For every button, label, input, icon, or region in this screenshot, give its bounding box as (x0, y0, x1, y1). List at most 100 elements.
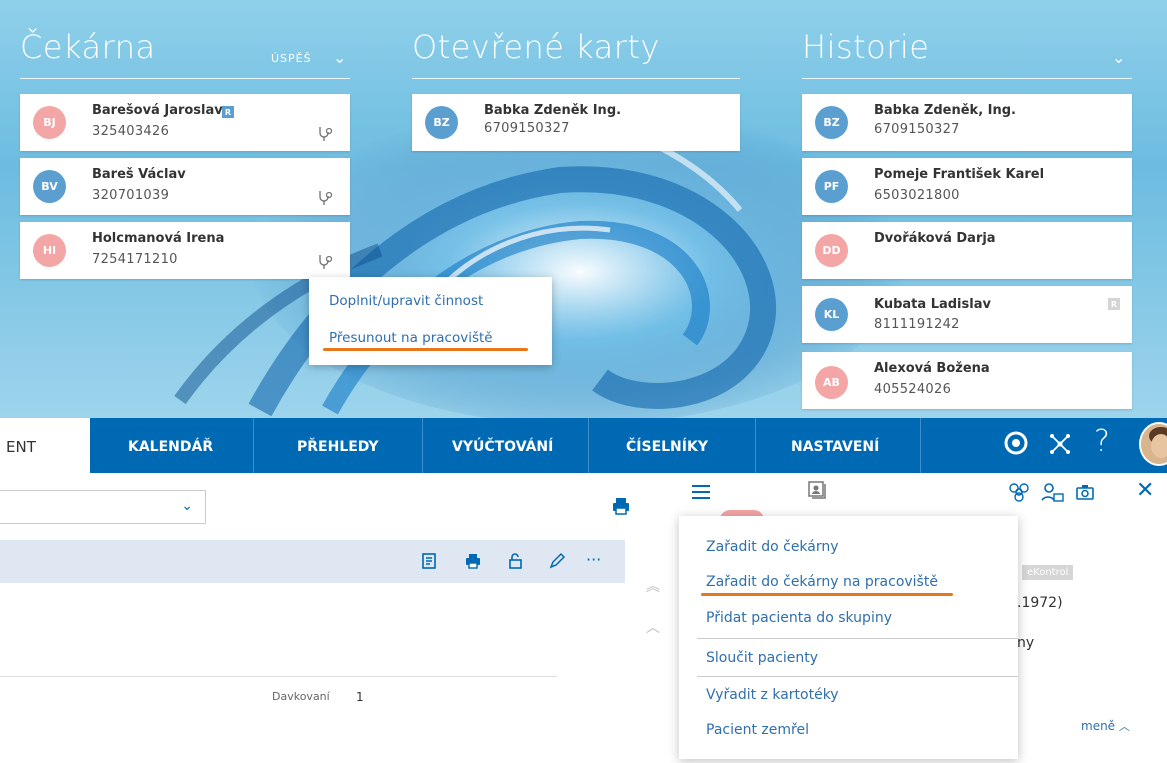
more-icon[interactable]: ··· (586, 550, 601, 569)
less-link[interactable]: meně ︿ (1081, 718, 1130, 734)
status-badge: R (1108, 298, 1120, 310)
chevron-down-icon[interactable]: ⌄ (1112, 48, 1125, 67)
menu-divider (697, 638, 1018, 639)
patient-name: Alexová Božena (874, 361, 990, 376)
tab-settings[interactable]: NASTAVENÍ (791, 439, 879, 455)
dosage-value: 1 (356, 690, 364, 704)
print-icon[interactable] (464, 552, 482, 570)
avatar: DD (815, 234, 848, 267)
open-cards-title: Otevřené karty (412, 28, 660, 66)
history-card-bz[interactable]: BZ Babka Zdeněk, Ing. 6709150327 (802, 94, 1132, 151)
patient-id: 7254171210 (92, 252, 178, 267)
tab-active[interactable]: ENT (0, 418, 90, 473)
waiting-room-title: Čekárna (20, 28, 156, 66)
stethoscope-icon[interactable] (316, 253, 334, 271)
patient-name: Holcmanová Irena (92, 231, 225, 246)
patient-name: Pomeje František Karel (874, 167, 1045, 182)
patient-name: Kubata Ladislav (874, 297, 991, 312)
patient-id: 405524026 (874, 382, 952, 397)
divider (0, 676, 557, 677)
scroll-up-icon[interactable]: ︿ (646, 617, 660, 637)
waiting-room-filter[interactable]: ÚSPĚŠ (271, 52, 312, 65)
patient-name: Barešová Jaroslava (92, 103, 232, 118)
menu-item-move-to-workplace[interactable]: Přesunout na pracoviště (329, 330, 493, 346)
patient-name: Dvořáková Darja (874, 231, 996, 246)
menu-item-patient-deceased[interactable]: Pacient zemřel (706, 722, 809, 738)
nav-divider (755, 418, 756, 473)
highlight-underline (323, 348, 528, 351)
avatar: BV (33, 170, 66, 203)
scroll-up-double-icon[interactable]: ︽ (646, 576, 660, 596)
nav-divider (588, 418, 589, 473)
open-card-bz[interactable]: BZ Babka Zdeněk Ing. 6709150327 (412, 94, 740, 151)
menu-item-merge-patients[interactable]: Sloučit pacienty (706, 650, 818, 666)
tab-calendar[interactable]: KALENDÁŘ (128, 439, 213, 455)
dropdown-select[interactable]: ⌄ (0, 490, 206, 524)
help-icon[interactable]: ? (1094, 424, 1110, 459)
patient-id: 6709150327 (874, 122, 960, 137)
eye-icon[interactable] (1003, 430, 1029, 456)
menu-item-add-to-waiting-room[interactable]: Zařadit do čekárny (706, 539, 839, 555)
history-card-ab[interactable]: AB Alexová Božena 405524026 (802, 352, 1132, 409)
biohazard-icon[interactable] (1008, 482, 1030, 502)
menu-item-add-to-group[interactable]: Přidat pacienta do skupiny (706, 610, 892, 626)
stethoscope-icon[interactable] (316, 189, 334, 207)
ekontrol-badge: eKontrol (1022, 565, 1074, 580)
avatar: BZ (815, 106, 848, 139)
waiting-card-bj[interactable]: BJ Barešová Jaroslava R 325403426 (20, 94, 350, 151)
status-badge: R (222, 106, 234, 118)
menu-item-remove-from-register[interactable]: Vyřadit z kartotéky (706, 687, 839, 703)
patient-context-menu: Doplnit/upravit činnost Přesunout na pra… (309, 277, 552, 365)
stethoscope-icon[interactable] (316, 125, 334, 143)
avatar: BJ (33, 106, 66, 139)
tab-billing[interactable]: VYÚČTOVÁNÍ (452, 439, 553, 455)
hamburger-menu-icon[interactable] (690, 484, 712, 500)
chevron-up-icon: ︿ (1118, 720, 1130, 733)
dosage-label: Davkovaní (272, 690, 330, 703)
waiting-card-bv[interactable]: BV Bareš Václav 320701039 (20, 158, 350, 215)
avatar: PF (815, 170, 848, 203)
print-icon[interactable] (611, 496, 631, 516)
patient-name: Babka Zdeněk Ing. (484, 103, 622, 118)
avatar: HI (33, 234, 66, 267)
camera-icon[interactable] (1075, 484, 1095, 500)
tab-registers[interactable]: ČÍSELNÍKY (626, 439, 708, 455)
pencil-icon[interactable] (548, 552, 566, 570)
nav-divider (253, 418, 254, 473)
id-card-icon[interactable] (806, 478, 828, 500)
less-label: meně (1081, 719, 1116, 733)
tab-label: ENT (6, 438, 36, 456)
patient-name: Babka Zdeněk, Ing. (874, 103, 1016, 118)
patient-id: 8111191242 (874, 317, 960, 332)
birth-date-fragment: .1972) (1017, 595, 1063, 611)
column-divider (20, 78, 350, 79)
text-fragment: ny (1017, 635, 1035, 651)
menu-divider (697, 676, 1018, 677)
menu-item-edit-activity[interactable]: Doplnit/upravit činnost (329, 293, 483, 309)
waiting-card-hi[interactable]: HI Holcmanová Irena 7254171210 (20, 222, 350, 279)
tab-overviews[interactable]: PŘEHLEDY (297, 439, 379, 455)
patient-name: Bareš Václav (92, 167, 186, 182)
history-card-kl[interactable]: KL Kubata Ladislav R 8111191242 (802, 286, 1132, 343)
avatar: BZ (425, 106, 458, 139)
user-camera-icon[interactable] (1040, 482, 1064, 502)
highlight-underline (701, 593, 953, 596)
patient-id: 6503021800 (874, 188, 960, 203)
chevron-down-icon: ⌄ (181, 498, 193, 514)
record-toolbar: ··· (0, 540, 625, 583)
menu-item-add-to-waiting-room-workplace[interactable]: Zařadit do čekárny na pracoviště (706, 574, 938, 590)
patient-actions-menu: Zařadit do čekárny Zařadit do čekárny na… (679, 516, 1018, 759)
close-icon[interactable]: ✕ (1136, 478, 1154, 503)
patient-id: 325403426 (92, 124, 170, 139)
unlock-icon[interactable] (506, 552, 524, 570)
main-nav: ENT KALENDÁŘ PŘEHLEDY VYÚČTOVÁNÍ ČÍSELNÍ… (0, 418, 1167, 473)
patient-id: 6709150327 (484, 121, 570, 136)
network-icon[interactable] (1048, 432, 1072, 456)
avatar: AB (815, 366, 848, 399)
chevron-down-icon[interactable]: ⌄ (333, 48, 346, 67)
history-card-dd[interactable]: DD Dvořáková Darja (802, 222, 1132, 279)
note-icon[interactable] (420, 552, 438, 570)
user-avatar[interactable] (1139, 422, 1167, 466)
dashboard-hero: Čekárna ÚSPĚŠ ⌄ BJ Barešová Jaroslava R … (0, 0, 1167, 418)
history-card-pf[interactable]: PF Pomeje František Karel 6503021800 (802, 158, 1132, 215)
